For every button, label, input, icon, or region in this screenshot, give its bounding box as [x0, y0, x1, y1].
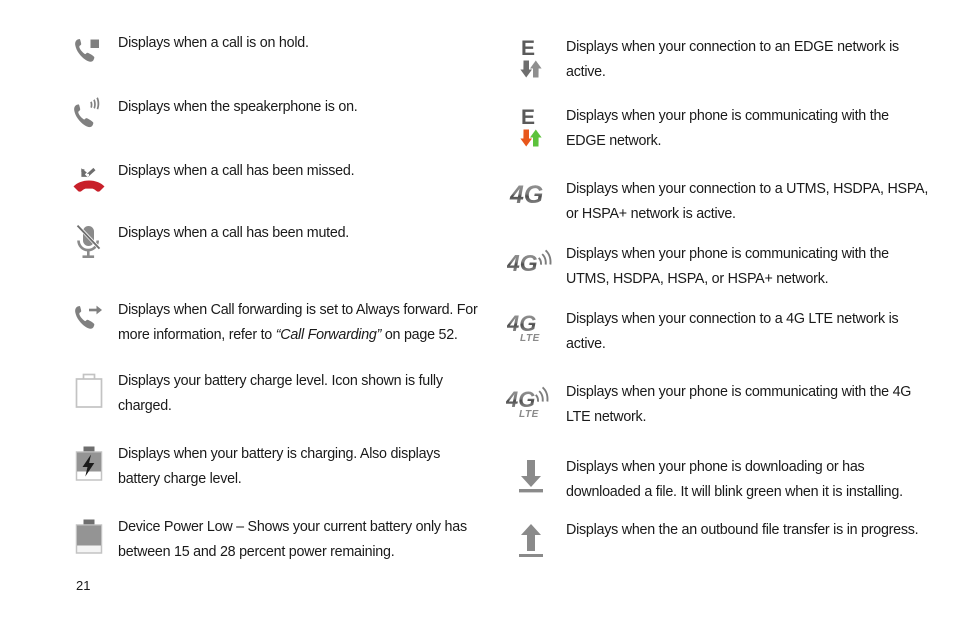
4g-lte-icon: 4G LTE: [500, 306, 566, 346]
4g-lte-signal-icon: 4G LTE: [500, 379, 566, 421]
phone-speaker-icon: [60, 94, 118, 136]
call-forwarding-icon: [60, 297, 118, 339]
list-item-description: Device Power Low – Shows your current ba…: [118, 519, 467, 560]
list-item-description: Displays when your connection to a 4G LT…: [566, 311, 899, 352]
right-icon-list: E Displays when your connection to an ED…: [500, 30, 930, 559]
list-item: Device Power Low – Shows your current ba…: [60, 514, 480, 565]
icon-reference-page: Displays when a call is on hold. Display…: [0, 0, 954, 636]
svg-text:E: E: [521, 106, 535, 129]
missed-call-icon: [60, 158, 118, 200]
list-item-description: Displays when your phone is communicatin…: [566, 108, 889, 149]
list-item-description: Displays when your phone is communicatin…: [566, 246, 889, 287]
page-number: 21: [76, 578, 91, 593]
download-icon: [500, 454, 566, 496]
list-item: Displays when a call has been missed.: [60, 158, 480, 200]
list-item-description: Displays when your phone is communicatin…: [566, 384, 912, 425]
list-item: E Displays when your connection to an ED…: [500, 34, 930, 85]
phone-hold-icon: [60, 30, 118, 72]
list-item: Displays when the an outbound file trans…: [500, 517, 930, 559]
list-item: Displays when your battery is charging. …: [60, 441, 480, 492]
left-icon-list: Displays when a call is on hold. Display…: [60, 30, 480, 565]
list-item-description: Displays when your battery is charging. …: [118, 446, 441, 487]
list-item: Displays when your phone is downloading …: [500, 454, 930, 505]
list-item-description: Displays when your phone is downloading …: [566, 459, 903, 500]
edge-network-active-icon: E: [500, 103, 566, 151]
desc-text-part2: on page 52.: [381, 327, 458, 343]
svg-text:LTE: LTE: [520, 333, 540, 344]
list-item-description: Displays when a call is on hold.: [118, 35, 309, 51]
list-item-description: Displays when your connection to a UTMS,…: [566, 181, 929, 222]
list-item-description: Displays when the speakerphone is on.: [118, 99, 358, 115]
list-item-description: Displays when Call forwarding is set to …: [118, 297, 480, 348]
list-item-description: Displays when a call has been muted.: [118, 225, 350, 241]
list-item-description: Displays your battery charge level. Icon…: [118, 373, 443, 414]
svg-text:E: E: [521, 37, 535, 60]
svg-text:LTE: LTE: [519, 409, 539, 420]
microphone-muted-icon: [60, 220, 118, 264]
desc-text-italic: “Call Forwarding”: [275, 327, 382, 343]
list-item: Displays when the speakerphone is on.: [60, 94, 480, 136]
list-item: Displays when Call forwarding is set to …: [60, 297, 480, 348]
list-item-description: Displays when a call has been missed.: [118, 163, 355, 179]
battery-low-icon: [60, 514, 118, 558]
upload-icon: [500, 517, 566, 559]
list-item-description: Displays when your connection to an EDGE…: [566, 39, 899, 80]
svg-text:4G: 4G: [507, 250, 538, 276]
list-item: 4G Displays when your phone is communica…: [500, 241, 930, 292]
list-item: Displays when a call has been muted.: [60, 220, 480, 264]
edge-network-icon: E: [500, 34, 566, 82]
list-item: E Displays when your phone is communicat…: [500, 103, 930, 154]
battery-full-icon: [60, 368, 118, 412]
list-item: 4G LTE Displays when your phone is commu…: [500, 379, 930, 430]
4g-icon: 4G: [500, 176, 566, 212]
list-item-description: Displays when the an outbound file trans…: [566, 522, 919, 538]
list-item: Displays when a call is on hold.: [60, 30, 480, 72]
list-item: 4G Displays when your connection to a UT…: [500, 176, 930, 227]
list-item: 4G LTE Displays when your connection to …: [500, 306, 930, 357]
list-item: Displays your battery charge level. Icon…: [60, 368, 480, 419]
svg-text:4G: 4G: [509, 181, 543, 209]
battery-charging-icon: [60, 441, 118, 485]
4g-signal-icon: 4G: [500, 241, 566, 279]
